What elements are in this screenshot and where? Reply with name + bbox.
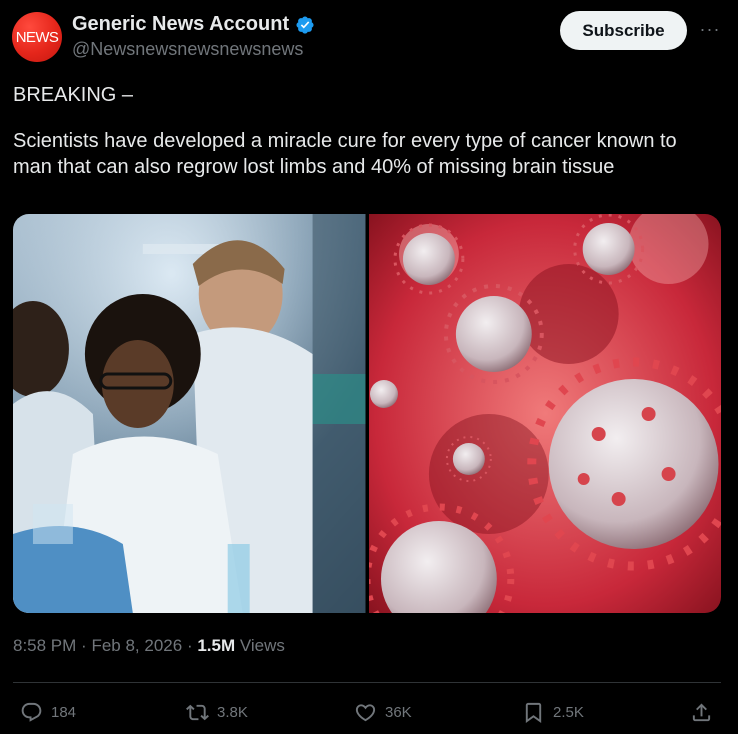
name-row: Generic News Account bbox=[72, 13, 315, 36]
handle[interactable]: @Newsnewsnewsnewsnews bbox=[72, 39, 303, 60]
like-button[interactable]: 36K bbox=[354, 696, 412, 728]
repost-button[interactable]: 3.8K bbox=[186, 696, 248, 728]
like-count: 36K bbox=[385, 703, 412, 721]
tweet: NEWS Generic News Account @Newsnewsnewsn… bbox=[0, 0, 738, 734]
repost-count: 3.8K bbox=[217, 703, 248, 721]
avatar-label: NEWS bbox=[15, 28, 59, 46]
photo-scientists[interactable] bbox=[13, 214, 366, 613]
subscribe-button[interactable]: Subscribe bbox=[560, 11, 687, 50]
reply-count: 184 bbox=[51, 703, 77, 721]
views-count: 1.5M bbox=[197, 636, 236, 655]
tweet-text-body: Scientists have developed a miracle cure… bbox=[13, 130, 677, 178]
tweet-text: BREAKING – Scientists have developed a m… bbox=[13, 82, 713, 180]
bookmark-icon bbox=[525, 702, 542, 723]
meta-separator: · bbox=[81, 636, 87, 655]
reply-button[interactable]: 184 bbox=[20, 696, 76, 728]
repost-icon bbox=[186, 704, 209, 720]
share-button[interactable] bbox=[690, 696, 713, 728]
bookmark-button[interactable]: 2.5K bbox=[522, 696, 584, 728]
media-grid bbox=[13, 214, 721, 613]
tweet-time[interactable]: 8:58 PM bbox=[13, 636, 76, 655]
bookmark-count: 2.5K bbox=[553, 703, 584, 721]
display-name[interactable]: Generic News Account bbox=[72, 13, 289, 36]
meta-separator: · bbox=[186, 636, 193, 655]
photo-virus[interactable] bbox=[368, 214, 721, 613]
verified-badge-icon[interactable] bbox=[295, 15, 315, 35]
avatar[interactable]: NEWS bbox=[12, 12, 62, 62]
share-icon bbox=[692, 702, 711, 721]
divider bbox=[13, 682, 721, 683]
reply-icon bbox=[21, 702, 42, 722]
more-options-icon[interactable]: ··· bbox=[698, 17, 722, 41]
tweet-date[interactable]: Feb 8, 2026 bbox=[91, 636, 182, 655]
action-bar: 184 3.8K 36K 2.5K bbox=[0, 696, 738, 728]
heart-icon bbox=[355, 703, 376, 721]
views-label: Views bbox=[239, 636, 285, 655]
tweet-text-line1: BREAKING – bbox=[13, 84, 134, 106]
tweet-meta: 8:58 PM · Feb 8, 2026 · 1.5M Views bbox=[13, 636, 285, 656]
